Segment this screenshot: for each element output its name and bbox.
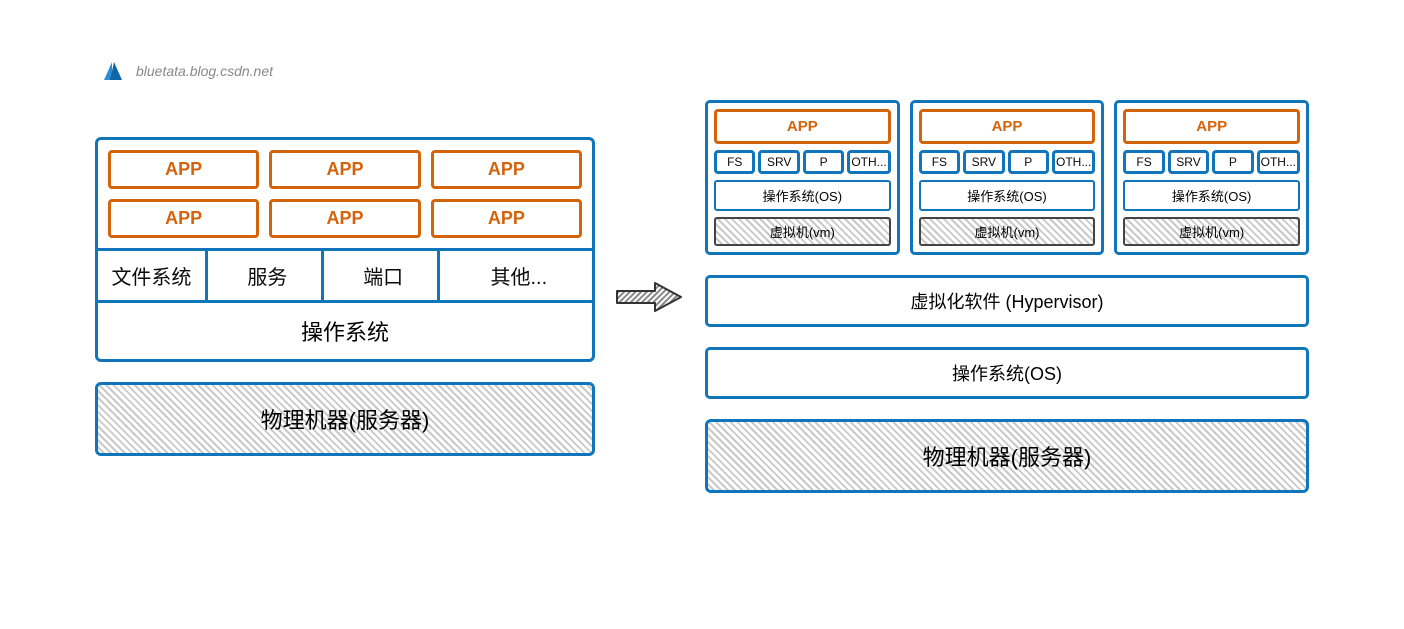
vm-srv: SRV <box>758 150 799 174</box>
vm-os: 操作系统(OS) <box>919 180 1096 211</box>
right-physical-label: 物理机器(服务器) <box>923 445 1092 470</box>
vm-box: APP FS SRV P OTH... 操作系统(OS) 虚拟机(vm) <box>910 100 1105 255</box>
vm-os: 操作系统(OS) <box>1123 180 1300 211</box>
left-os-box: 操作系统 <box>98 300 592 359</box>
azure-logo-icon <box>100 60 126 82</box>
filesystem-box: 文件系统 <box>98 251 208 300</box>
app-box: APP <box>269 199 420 238</box>
vm-p: P <box>1008 150 1049 174</box>
virtualized-stack: APP FS SRV P OTH... 操作系统(OS) 虚拟机(vm) APP… <box>705 100 1309 493</box>
vm-oth: OTH... <box>847 150 890 174</box>
vm-label: 虚拟机(vm) <box>919 217 1096 246</box>
vm-fs: FS <box>714 150 755 174</box>
left-physical-box: 物理机器(服务器) <box>95 382 595 456</box>
left-physical-label: 物理机器(服务器) <box>261 408 430 433</box>
vm-box: APP FS SRV P OTH... 操作系统(OS) 虚拟机(vm) <box>1114 100 1309 255</box>
right-physical-box: 物理机器(服务器) <box>705 419 1309 493</box>
vm-app: APP <box>714 109 891 144</box>
vm-os: 操作系统(OS) <box>714 180 891 211</box>
left-apps: APP APP APP APP APP APP <box>108 150 582 238</box>
vm-oth: OTH... <box>1052 150 1095 174</box>
app-box: APP <box>431 150 582 189</box>
vm-oth: OTH... <box>1257 150 1300 174</box>
vm-sys-row: FS SRV P OTH... <box>1123 150 1300 174</box>
app-box: APP <box>269 150 420 189</box>
other-box: 其他... <box>446 251 592 300</box>
vm-label: 虚拟机(vm) <box>714 217 891 246</box>
hypervisor-box: 虚拟化软件 (Hypervisor) <box>705 275 1309 327</box>
vm-label: 虚拟机(vm) <box>1123 217 1300 246</box>
arrow-icon <box>615 277 685 317</box>
right-os-box: 操作系统(OS) <box>705 347 1309 399</box>
app-box: APP <box>108 150 259 189</box>
ports-box: 端口 <box>330 251 440 300</box>
traditional-stack: APP APP APP APP APP APP 文件系统 服务 端口 其他...… <box>95 137 595 456</box>
vm-fs: FS <box>1123 150 1164 174</box>
vm-p: P <box>803 150 844 174</box>
app-box: APP <box>431 199 582 238</box>
watermark-text: bluetata.blog.csdn.net <box>136 63 273 79</box>
services-box: 服务 <box>214 251 324 300</box>
vm-app: APP <box>919 109 1096 144</box>
left-system-row: 文件系统 服务 端口 其他... <box>98 248 592 300</box>
vm-fs: FS <box>919 150 960 174</box>
vm-srv: SRV <box>1168 150 1209 174</box>
vm-app: APP <box>1123 109 1300 144</box>
app-box: APP <box>108 199 259 238</box>
vm-p: P <box>1212 150 1253 174</box>
watermark: bluetata.blog.csdn.net <box>100 60 273 82</box>
vm-srv: SRV <box>963 150 1004 174</box>
vm-box: APP FS SRV P OTH... 操作系统(OS) 虚拟机(vm) <box>705 100 900 255</box>
vm-row: APP FS SRV P OTH... 操作系统(OS) 虚拟机(vm) APP… <box>705 100 1309 255</box>
vm-sys-row: FS SRV P OTH... <box>714 150 891 174</box>
left-host-box: APP APP APP APP APP APP 文件系统 服务 端口 其他...… <box>95 137 595 362</box>
vm-sys-row: FS SRV P OTH... <box>919 150 1096 174</box>
